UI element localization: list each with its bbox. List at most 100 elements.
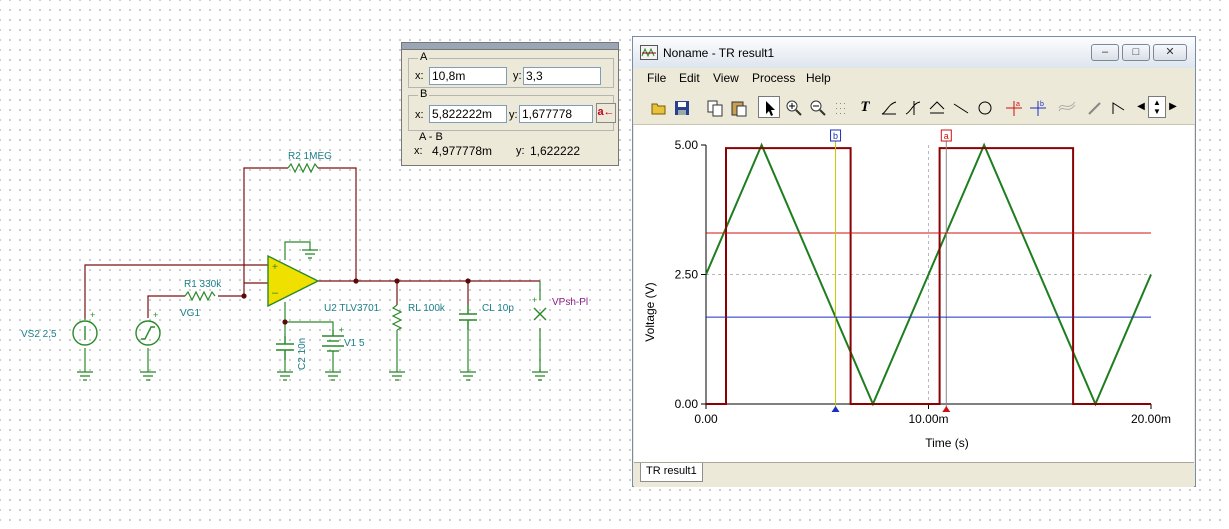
cursor-b-y-label: y: xyxy=(509,109,518,121)
r2-resistor[interactable] xyxy=(287,162,319,174)
x-tick-label: 10.00m xyxy=(908,412,948,426)
y-tick-label: 2.50 xyxy=(675,268,699,282)
svg-text:+: + xyxy=(532,295,537,305)
curve-c-icon[interactable] xyxy=(925,96,947,118)
scroll-updown-icon[interactable]: ▲ ▼ xyxy=(1148,96,1166,118)
marker-icon[interactable] xyxy=(1083,96,1105,118)
cursor-a-bottom-marker xyxy=(942,406,951,412)
svg-text:–: – xyxy=(272,287,279,299)
swap-to-a-button[interactable]: a← xyxy=(596,103,616,123)
cursor-b-group: B x: 5,822222m y: 1,677778 a← xyxy=(408,88,616,131)
copy-icon[interactable] xyxy=(703,96,725,118)
svg-text:+: + xyxy=(339,325,344,335)
svg-text:a: a xyxy=(1016,101,1020,108)
dialog-titlebar[interactable] xyxy=(402,43,618,50)
close-button[interactable]: ✕ xyxy=(1153,44,1187,61)
zoom-in-icon[interactable] xyxy=(782,96,804,118)
zoom-out-icon[interactable] xyxy=(806,96,828,118)
cursor-a-flag-label: a xyxy=(944,131,949,141)
cl-label: CL 10p xyxy=(482,303,514,314)
c2-label: C2 10n xyxy=(297,338,308,370)
cursor-a-y-label: y: xyxy=(513,70,522,82)
cursor-diff-y-label: y: xyxy=(516,145,525,157)
y-axis-label: Voltage (V) xyxy=(643,282,657,341)
app-icon xyxy=(640,45,658,60)
cursor-b-x-field[interactable]: 5,822222m xyxy=(429,105,507,123)
c2-capacitor[interactable] xyxy=(276,336,294,360)
menu-process[interactable]: Process xyxy=(752,71,795,85)
r2-label: R2 1MEG xyxy=(288,151,332,162)
window-titlebar[interactable]: Noname - TR result1 – □ ✕ xyxy=(633,37,1195,69)
y-tick-label: 0.00 xyxy=(675,397,699,411)
schematic-pins xyxy=(84,241,541,372)
cursor-b-y-field[interactable]: 1,677778 xyxy=(519,105,593,123)
x-tick-label: 20.00m xyxy=(1131,412,1171,426)
svg-text:b: b xyxy=(1040,101,1044,108)
schematic-wires xyxy=(84,167,540,318)
vpsh-label: VPsh-Pl xyxy=(552,297,588,308)
cursor-diff-y-value: 1,622222 xyxy=(530,144,581,158)
open-icon[interactable] xyxy=(647,96,669,118)
circle-icon[interactable] xyxy=(973,96,995,118)
x-tick-label: 0.00 xyxy=(694,412,718,426)
cursor-a-icon[interactable]: a xyxy=(1002,96,1024,118)
vpsh-probe[interactable]: + xyxy=(532,295,547,321)
rl-label: RL 100k xyxy=(408,303,446,314)
paste-icon[interactable] xyxy=(727,96,749,118)
wave-icon[interactable] xyxy=(1055,96,1077,118)
cursor-a-group: A x: 10,8m y: 3,3 xyxy=(408,51,614,88)
window-title: Noname - TR result1 xyxy=(663,46,775,60)
u2-label: U2 TLV3701 xyxy=(324,303,380,314)
scroll-right-icon[interactable]: ▶ xyxy=(1167,96,1179,118)
cursor-diff-group: A - B x: 4,977778m y: 1,622222 xyxy=(408,131,614,162)
cursor-b-title: B xyxy=(418,88,430,100)
vs2-label: VS2 2,5 xyxy=(21,329,57,340)
curve-a-icon[interactable] xyxy=(877,96,899,118)
r1-resistor[interactable] xyxy=(184,290,216,302)
menu-view[interactable]: View xyxy=(713,71,739,85)
svg-text:+: + xyxy=(90,310,95,320)
v1-label: V1 5 xyxy=(344,338,365,349)
menu-edit[interactable]: Edit xyxy=(679,71,700,85)
toolbar: T a b ◀ ▲ ▼ ▶ xyxy=(633,88,1195,125)
scroll-left-icon[interactable]: ◀ xyxy=(1135,96,1147,118)
r1-label: R1 330k xyxy=(184,279,222,290)
cursor-a-x-field[interactable]: 10,8m xyxy=(429,67,507,85)
cursor-a-title: A xyxy=(418,51,430,63)
cursor-readout-dialog: A x: 10,8m y: 3,3 B x: 5,822222m y: 1,67… xyxy=(401,42,619,166)
text-icon[interactable]: T xyxy=(854,96,876,118)
cursor-diff-x-value: 4,977778m xyxy=(432,144,493,158)
menu-help[interactable]: Help xyxy=(806,71,831,85)
save-icon[interactable] xyxy=(670,96,692,118)
cursor-a-y-field[interactable]: 3,3 xyxy=(523,67,601,85)
analysis-window: Noname - TR result1 – □ ✕ File Edit View… xyxy=(632,36,1196,487)
vg1-label: VG1 xyxy=(180,308,200,319)
cl-capacitor[interactable] xyxy=(459,305,477,330)
menu-file[interactable]: File xyxy=(647,71,666,85)
opamp-u2[interactable]: + – xyxy=(267,254,320,308)
cursor-diff-x-label: x: xyxy=(414,145,423,157)
plot-area[interactable]: 0.00 10.00m 20.00m 0.00 2.50 5.00 a b Time (s)… xyxy=(634,125,1194,462)
rl-resistor[interactable] xyxy=(391,304,403,331)
cursor-b-icon[interactable]: b xyxy=(1026,96,1048,118)
cursor-a-x-label: x: xyxy=(415,70,424,82)
line-icon[interactable] xyxy=(949,96,971,118)
maximize-button[interactable]: □ xyxy=(1122,44,1150,61)
result-tab-bar: TR result1 xyxy=(634,462,1194,487)
x-axis-label: Time (s) xyxy=(925,436,969,450)
menu-bar: File Edit View Process Help xyxy=(633,68,1195,88)
svg-text:+: + xyxy=(272,262,278,273)
cursor-diff-title: A - B xyxy=(417,131,445,143)
tab-tr-result1[interactable]: TR result1 xyxy=(640,463,703,482)
pointer-icon[interactable] xyxy=(758,96,780,118)
step-icon[interactable] xyxy=(1107,96,1129,118)
cursor-b-bottom-marker xyxy=(831,406,840,412)
grid-icon[interactable] xyxy=(830,96,852,118)
curve-b-icon[interactable] xyxy=(901,96,923,118)
cursor-b-x-label: x: xyxy=(415,109,424,121)
svg-text:+: + xyxy=(153,310,158,320)
waveform-chart[interactable]: 0.00 10.00m 20.00m 0.00 2.50 5.00 a b Time (s)… xyxy=(634,125,1194,462)
cursor-b-flag-label: b xyxy=(833,131,838,141)
minimize-button[interactable]: – xyxy=(1091,44,1119,61)
chart-axes: 0.00 10.00m 20.00m 0.00 2.50 5.00 xyxy=(675,138,1171,426)
